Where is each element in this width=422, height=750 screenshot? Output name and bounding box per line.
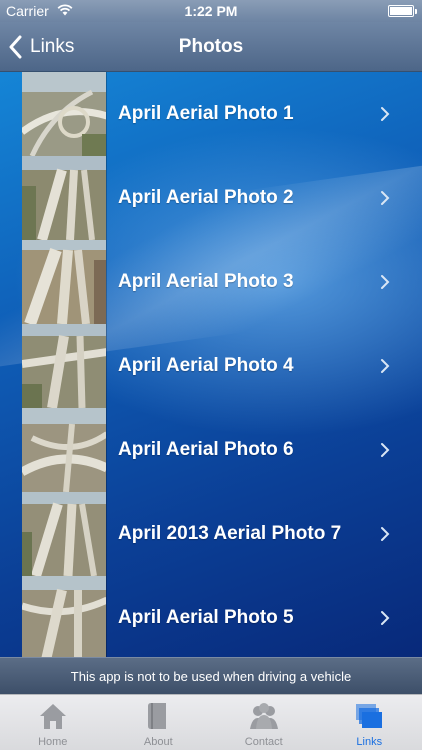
tab-label: Links [356,736,383,748]
list-item-label: April Aerial Photo 4 [118,355,294,376]
chevron-right-icon [381,611,390,625]
aerial-photo-thumbnail [22,156,107,240]
list-item[interactable]: April Aerial Photo 2 [0,156,422,240]
chevron-right-icon [381,443,390,457]
tab-label: Contact [244,736,283,748]
aerial-photo-thumbnail [22,324,107,408]
navigation-bar: Links Photos [0,22,422,72]
list-item[interactable]: April Aerial Photo 3 [0,240,422,324]
list-item[interactable]: April Aerial Photo 4 [0,324,422,408]
links-icon [356,704,383,728]
home-icon [39,704,66,729]
chevron-right-icon [381,527,390,541]
list-item[interactable]: April Aerial Photo 5 [0,576,422,657]
list-item[interactable]: April Aerial Photo 6 [0,408,422,492]
list-item-label: April 2013 Aerial Photo 7 [118,523,342,544]
people-icon [249,703,278,729]
list-item[interactable]: April Aerial Photo 1 [0,72,422,156]
list-item[interactable]: April 2013 Aerial Photo 7 [0,492,422,576]
tab-links[interactable]: Links [317,695,422,750]
photo-list: April Aerial Photo 1 April Aerial Photo … [0,72,422,657]
status-bar: Carrier 1:22 PM [0,0,422,22]
status-time: 1:22 PM [184,3,238,19]
tab-home[interactable]: Home [0,695,106,750]
battery-icon [388,5,417,17]
driving-disclaimer: This app is not to be used when driving … [0,657,422,694]
aerial-photo-thumbnail [22,492,107,576]
tab-bar: Home About Contact Links [0,694,422,750]
chevron-right-icon [381,359,390,373]
tab-about[interactable]: About [106,695,212,750]
aerial-photo-thumbnail [22,240,107,324]
list-item-label: April Aerial Photo 1 [118,103,294,124]
aerial-photo-thumbnail [22,408,107,492]
tab-contact[interactable]: Contact [211,695,317,750]
aerial-photo-thumbnail [22,72,107,156]
tab-label: About [143,736,173,748]
list-item-label: April Aerial Photo 5 [118,607,294,628]
aerial-photo-thumbnail [22,576,107,657]
chevron-right-icon [381,275,390,289]
chevron-right-icon [381,191,390,205]
list-item-label: April Aerial Photo 2 [118,187,294,208]
book-icon [148,703,167,729]
chevron-right-icon [381,107,390,121]
list-item-label: April Aerial Photo 3 [118,271,294,292]
page-title: Photos [178,36,244,57]
list-item-label: April Aerial Photo 6 [118,439,294,460]
tab-label: Home [38,736,68,748]
